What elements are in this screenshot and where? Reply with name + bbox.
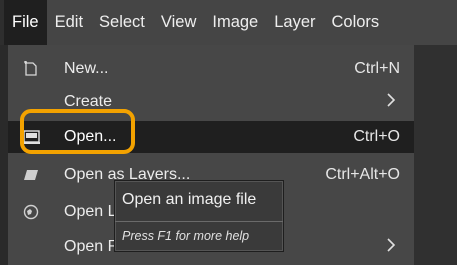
highlight-annotation-ring bbox=[20, 109, 135, 154]
menu-file[interactable]: File bbox=[4, 0, 47, 45]
shortcut-label: Ctrl+O bbox=[353, 128, 400, 145]
tooltip-hint: Press F1 for more help bbox=[122, 229, 250, 243]
submenu-arrow-icon bbox=[386, 92, 396, 112]
open-location-icon bbox=[22, 203, 40, 221]
new-image-icon bbox=[22, 60, 40, 78]
menu-edit[interactable]: Edit bbox=[47, 0, 91, 45]
tooltip-divider bbox=[115, 221, 283, 222]
tooltip: Open an image file Press F1 for more hel… bbox=[114, 180, 284, 252]
canvas-background bbox=[414, 45, 457, 265]
menu-layer[interactable]: Layer bbox=[266, 0, 323, 45]
shortcut-label: Ctrl+N bbox=[354, 60, 400, 77]
shortcut-label: Ctrl+Alt+O bbox=[325, 166, 400, 183]
open-as-layers-icon bbox=[22, 166, 40, 184]
menu-select[interactable]: Select bbox=[91, 0, 153, 45]
submenu-arrow-icon bbox=[386, 237, 396, 257]
menu-view[interactable]: View bbox=[153, 0, 204, 45]
menu-item-label: New... bbox=[64, 60, 109, 77]
window-edge bbox=[0, 45, 8, 265]
tooltip-text: Open an image file bbox=[122, 191, 257, 208]
menu-image[interactable]: Image bbox=[204, 0, 266, 45]
menu-colors[interactable]: Colors bbox=[324, 0, 388, 45]
menubar: File Edit Select View Image Layer Colors bbox=[0, 0, 457, 45]
menu-item-new[interactable]: New... Ctrl+N bbox=[8, 53, 414, 85]
